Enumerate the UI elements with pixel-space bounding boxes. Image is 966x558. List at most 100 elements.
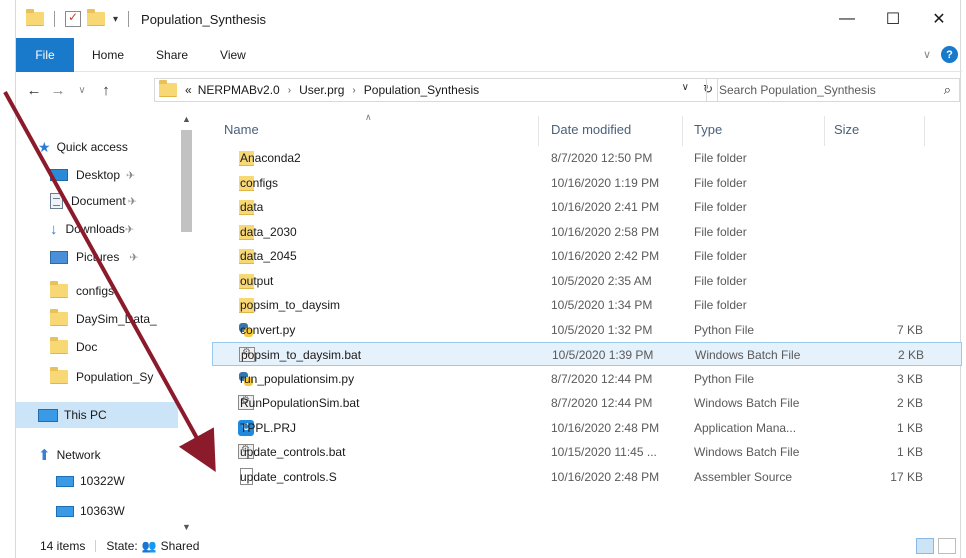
column-divider[interactable] <box>924 116 925 146</box>
table-row[interactable]: configs 10/16/2020 1:19 PM File folder <box>212 171 962 195</box>
nav-item-label: Quick access <box>56 140 128 154</box>
window-title: Population_Synthesis <box>141 11 267 27</box>
file-type: File folder <box>694 273 747 288</box>
file-name: convert.py <box>240 322 296 337</box>
breadcrumb-nerpmab[interactable]: NERPMABv2.0 <box>198 83 280 97</box>
address-bar[interactable]: « NERPMABv2.0 › User.prg › Population_Sy… <box>154 78 718 102</box>
file-size: 1 KB <box>896 420 923 435</box>
column-header-date[interactable]: Date modified <box>551 112 631 146</box>
maximize-button[interactable]: ☐ <box>870 0 916 38</box>
forward-arrow-icon[interactable]: → <box>46 82 70 99</box>
breadcrumb-population-synthesis[interactable]: Population_Synthesis <box>364 83 479 97</box>
minimize-button[interactable]: — <box>824 0 870 38</box>
pc-icon <box>38 408 58 422</box>
tab-share[interactable]: Share <box>140 38 204 72</box>
chevron-right-icon[interactable]: › <box>352 85 355 96</box>
file-date-modified: 10/16/2020 1:19 PM <box>551 175 660 190</box>
nav-item-label: Population_Sy <box>76 370 154 384</box>
nav-item-quick-access[interactable]: ★ Quick access <box>38 134 178 160</box>
file-date-modified: 10/15/2020 11:45 ... <box>551 445 657 459</box>
large-icons-view-icon[interactable] <box>938 538 956 554</box>
search-input[interactable]: Search Population_Synthesis ⌕ <box>706 78 960 102</box>
file-size: 7 KB <box>896 322 923 337</box>
customize-toolbar-icon[interactable]: ▾ <box>113 14 118 25</box>
table-row[interactable]: RunPopulationSim.bat 8/7/2020 12:44 PM Win… <box>212 391 962 415</box>
nav-item-configs[interactable]: configs <box>50 278 178 304</box>
nav-item-10363w[interactable]: 10363W <box>56 498 178 524</box>
back-arrow-icon[interactable]: ← <box>22 82 46 99</box>
up-arrow-icon[interactable]: ↑ <box>94 82 118 99</box>
close-button[interactable]: ✕ <box>916 0 962 38</box>
window-controls: — ☐ ✕ <box>824 0 962 38</box>
nav-item-population-synthesis[interactable]: Population_Sy <box>50 364 178 390</box>
nav-item-downloads[interactable]: ↓ Downloads ✈ <box>50 216 178 242</box>
file-type: Application Mana... <box>694 420 797 435</box>
scrollbar-thumb[interactable] <box>181 130 192 232</box>
file-date-modified: 8/7/2020 12:44 PM <box>551 371 653 386</box>
column-divider[interactable] <box>682 116 683 146</box>
table-row[interactable]: popsim_to_daysim.bat 10/5/2020 1:39 PM Win… <box>212 342 962 366</box>
nav-item-daysim-data[interactable]: DaySim_Data_ <box>50 306 178 332</box>
column-header-size[interactable]: Size <box>834 112 859 146</box>
computer-icon <box>56 475 74 487</box>
folder-icon <box>50 367 68 384</box>
table-row[interactable]: data 10/16/2020 2:41 PM File folder <box>212 195 962 219</box>
separator <box>128 11 130 27</box>
file-type: Windows Batch File <box>694 396 800 410</box>
table-row[interactable]: Anaconda2 8/7/2020 12:50 PM File folder <box>212 146 962 170</box>
nav-scrollbar[interactable]: ▲ ▼ <box>178 112 195 532</box>
file-type: File folder <box>694 151 747 165</box>
help-icon[interactable]: ? <box>941 46 958 63</box>
table-row[interactable]: update_controls.S 10/16/2020 2:48 PM Assem… <box>212 465 962 489</box>
new-folder-icon[interactable] <box>87 9 105 26</box>
file-type: Assembler Source <box>694 469 793 484</box>
search-icon[interactable]: ⌕ <box>944 82 951 98</box>
nav-item-network[interactable]: ⬆ Network <box>38 442 178 468</box>
column-divider[interactable] <box>538 116 539 146</box>
quick-access-toolbar: ▾ <box>26 9 133 27</box>
chevron-down-icon[interactable]: ∨ <box>682 82 689 96</box>
tab-file[interactable]: File <box>16 37 74 72</box>
column-divider[interactable] <box>824 116 825 146</box>
nav-item-doc[interactable]: Doc <box>50 334 178 360</box>
nav-item-desktop[interactable]: Desktop ✈ <box>50 162 178 188</box>
table-row[interactable]: output 10/5/2020 2:35 AM File folder <box>212 269 962 293</box>
title-bar: ▾ Population_Synthesis — ☐ ✕ <box>16 0 962 38</box>
breadcrumb-overflow[interactable]: « <box>185 83 192 97</box>
table-row[interactable]: data_2030 10/16/2020 2:58 PM File folder <box>212 220 962 244</box>
file-name: popsim_to_daysim <box>240 298 341 312</box>
table-row[interactable]: update_controls.bat 10/15/2020 11:45 ... W… <box>212 440 962 464</box>
nav-item-this-pc[interactable]: This PC <box>16 402 178 428</box>
details-view-icon[interactable] <box>916 538 934 554</box>
item-count: 14 items <box>40 539 86 553</box>
table-row[interactable]: popsim_to_daysim 10/5/2020 1:34 PM File fo… <box>212 293 962 317</box>
scroll-up-icon[interactable]: ▲ <box>182 114 191 124</box>
nav-item-pictures[interactable]: Pictures ✈ <box>50 244 178 270</box>
nav-item-documents[interactable]: Document ✈ <box>50 188 178 214</box>
properties-icon[interactable] <box>65 10 81 27</box>
separator <box>95 540 97 552</box>
table-row[interactable]: data_2045 10/16/2020 2:42 PM File folder <box>212 244 962 268</box>
table-row[interactable]: convert.py 10/5/2020 1:32 PM Python File 7 … <box>212 318 962 342</box>
chevron-right-icon[interactable]: › <box>288 85 291 96</box>
tab-view[interactable]: View <box>204 38 262 72</box>
ribbon: File Home Share View ∨ ? <box>16 37 962 72</box>
documents-icon <box>50 193 63 209</box>
breadcrumb-user-prg[interactable]: User.prg <box>299 83 344 97</box>
scroll-down-icon[interactable]: ▼ <box>182 522 191 532</box>
folder-icon <box>50 309 68 326</box>
file-date-modified: 10/5/2020 2:35 AM <box>551 273 652 288</box>
file-name: data <box>240 200 264 214</box>
expand-ribbon-icon[interactable]: ∨ <box>923 48 931 61</box>
nav-item-10322w[interactable]: 10322W <box>56 468 178 494</box>
tab-home[interactable]: Home <box>74 38 140 72</box>
column-header-name[interactable]: Name <box>224 112 259 146</box>
file-type: Python File <box>694 322 755 337</box>
nav-item-label: Pictures <box>76 250 120 264</box>
network-icon: ⬆ <box>38 447 51 464</box>
table-row[interactable]: run_populationsim.py 8/7/2020 12:44 PM Pyt… <box>212 367 962 391</box>
recent-locations-icon[interactable]: ∨ <box>70 85 94 96</box>
file-date-modified: 10/5/2020 1:34 PM <box>551 298 653 312</box>
column-header-type[interactable]: Type <box>694 112 722 146</box>
table-row[interactable]: C TPPL.PRJ 10/16/2020 2:48 PM Application M… <box>212 416 962 440</box>
